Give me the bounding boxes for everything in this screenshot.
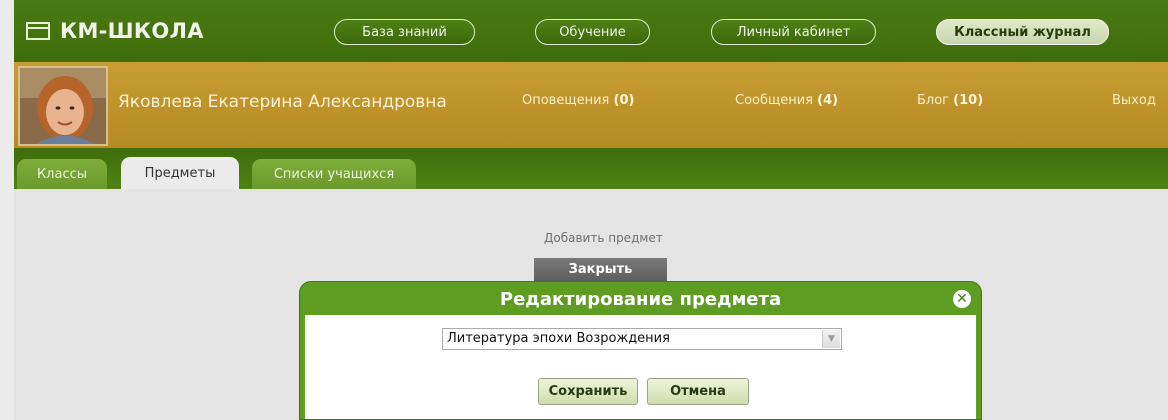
avatar	[18, 66, 108, 146]
subject-select[interactable]: Литература эпохи Возрождения ▼	[442, 328, 842, 350]
notifications-label: Оповещения	[522, 93, 610, 108]
cancel-button[interactable]: Отмена	[647, 378, 749, 405]
user-name[interactable]: Яковлева Екатерина Александровна	[118, 92, 447, 112]
top-navigation-bar: КМ-ШКОЛА База знаний Обучение Личный каб…	[14, 0, 1168, 62]
messages-link[interactable]: Сообщения (4)	[735, 93, 838, 108]
nav-knowledge-base[interactable]: База знаний	[334, 19, 475, 45]
dialog-body: Литература эпохи Возрождения ▼ Сохранить…	[305, 315, 976, 419]
add-subject-link[interactable]: Добавить предмет	[544, 231, 663, 245]
messages-count: (4)	[817, 93, 839, 108]
edit-subject-dialog: Редактирование предмета ✕ Литература эпо…	[299, 281, 982, 420]
blog-label: Блог	[917, 93, 950, 108]
tab-classes[interactable]: Классы	[17, 159, 107, 189]
blog-count: (10)	[953, 93, 984, 108]
chevron-down-icon[interactable]: ▼	[822, 330, 840, 348]
tab-student-lists[interactable]: Списки учащихся	[252, 159, 416, 189]
notifications-count: (0)	[613, 93, 635, 108]
subject-select-value: Литература эпохи Возрождения	[447, 331, 670, 346]
logout-link[interactable]: Выход	[1112, 93, 1156, 108]
tab-bar: Классы Предметы Списки учащихся	[14, 148, 1168, 190]
save-button[interactable]: Сохранить	[538, 378, 638, 405]
logout-label: Выход	[1112, 93, 1156, 108]
app-logo[interactable]: КМ-ШКОЛА	[26, 17, 204, 45]
notifications-link[interactable]: Оповещения (0)	[522, 93, 634, 108]
nav-learning[interactable]: Обучение	[535, 19, 650, 45]
messages-label: Сообщения	[735, 93, 814, 108]
user-bar: Яковлева Екатерина Александровна Оповеще…	[14, 62, 1168, 148]
close-circle-icon[interactable]: ✕	[953, 290, 971, 308]
tab-subjects[interactable]: Предметы	[121, 157, 239, 190]
app-title: КМ-ШКОЛА	[60, 19, 204, 43]
nav-class-journal[interactable]: Классный журнал	[936, 19, 1109, 45]
close-button[interactable]: Закрыть	[534, 258, 667, 281]
nav-personal-account[interactable]: Личный кабинет	[711, 19, 876, 45]
window-icon	[26, 22, 50, 40]
blog-link[interactable]: Блог (10)	[917, 93, 983, 108]
avatar-photo	[20, 68, 106, 144]
dialog-title: Редактирование предмета	[499, 289, 782, 310]
